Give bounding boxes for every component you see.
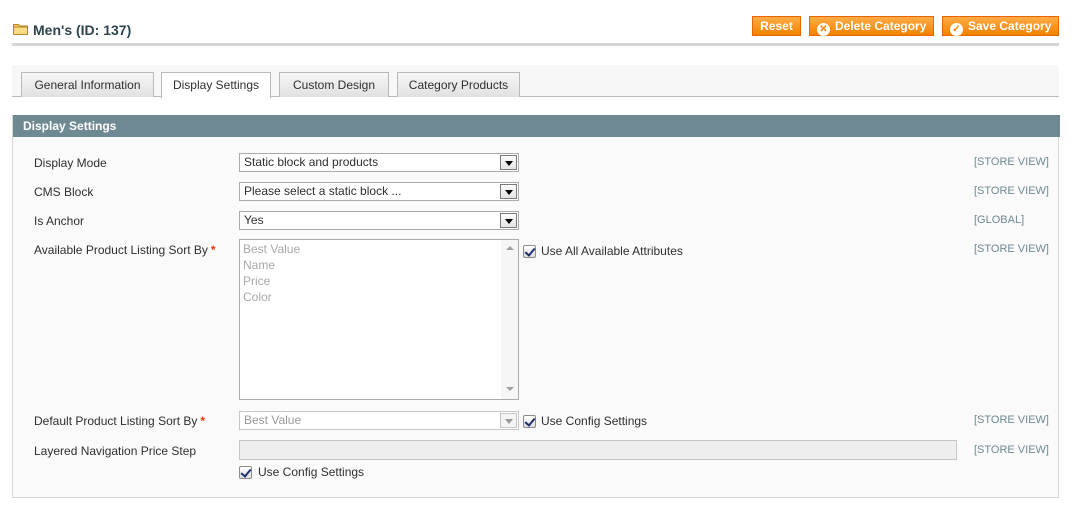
chevron-down-icon[interactable] <box>500 413 517 428</box>
page-title: Men's (ID: 137) <box>33 22 132 38</box>
display-mode-scope: [STORE VIEW] <box>974 156 1049 168</box>
chevron-down-icon[interactable] <box>500 155 517 170</box>
default-sort-by-select[interactable]: Best Value <box>239 411 519 430</box>
cms-block-value: Please select a static block ... <box>244 184 402 198</box>
cms-block-select[interactable]: Please select a static block ... <box>239 182 519 201</box>
default-sort-use-config-checkbox[interactable] <box>523 415 536 428</box>
section-title: Display Settings <box>13 115 1060 137</box>
tab-display-settings[interactable]: Display Settings <box>161 72 271 98</box>
tab-custom-design[interactable]: Custom Design <box>279 72 389 97</box>
page-header: Men's (ID: 137) Reset ✕ Delete Category ✓… <box>12 14 1059 46</box>
available-sort-by-label: Available Product Listing Sort By * <box>34 243 216 257</box>
display-mode-label: Display Mode <box>34 156 107 170</box>
required-marker: * <box>200 414 206 428</box>
default-sort-use-config-label: Use Config Settings <box>541 414 648 428</box>
is-anchor-scope: [GLOBAL] <box>974 214 1025 226</box>
tab-general-information[interactable]: General Information <box>21 72 154 97</box>
list-item[interactable]: Color <box>243 290 272 304</box>
default-sort-by-label-text: Default Product Listing Sort By <box>34 414 198 428</box>
tab-bar: General Information Display Settings Cus… <box>12 65 1059 98</box>
scroll-down-icon[interactable] <box>506 387 514 391</box>
list-item[interactable]: Price <box>243 274 270 288</box>
cms-block-label: CMS Block <box>34 185 94 199</box>
price-step-input[interactable] <box>239 440 957 460</box>
cms-block-scope: [STORE VIEW] <box>974 185 1049 197</box>
price-step-label: Layered Navigation Price Step <box>34 444 197 458</box>
save-category-button[interactable]: ✓ Save Category <box>942 16 1059 36</box>
use-all-attributes-checkbox[interactable] <box>523 245 536 258</box>
display-mode-select[interactable]: Static block and products <box>239 153 519 172</box>
is-anchor-label: Is Anchor <box>34 214 85 228</box>
price-step-scope: [STORE VIEW] <box>974 444 1049 456</box>
checkmark-icon: ✓ <box>950 23 963 36</box>
list-item[interactable]: Name <box>243 258 275 272</box>
display-settings-fieldset: Display Settings Display Mode Static blo… <box>12 115 1060 498</box>
required-marker: * <box>210 243 216 257</box>
use-all-attributes-label: Use All Available Attributes <box>541 244 683 258</box>
default-sort-by-label: Default Product Listing Sort By * <box>34 414 205 428</box>
delete-category-label: Delete Category <box>835 19 927 33</box>
is-anchor-select[interactable]: Yes <box>239 211 519 230</box>
save-category-label: Save Category <box>968 19 1052 33</box>
tab-category-products[interactable]: Category Products <box>397 72 520 97</box>
is-anchor-value: Yes <box>244 213 264 227</box>
list-item[interactable]: Best Value <box>243 242 300 256</box>
chevron-down-icon[interactable] <box>500 213 517 228</box>
available-sort-by-label-text: Available Product Listing Sort By <box>34 243 208 257</box>
listbox-scrollbar[interactable] <box>501 240 518 399</box>
default-sort-by-value: Best Value <box>244 413 302 427</box>
chevron-down-icon[interactable] <box>500 184 517 199</box>
folder-icon <box>13 24 28 35</box>
price-step-use-config-checkbox[interactable] <box>239 466 252 479</box>
available-sort-by-scope: [STORE VIEW] <box>974 243 1049 255</box>
reset-button[interactable]: Reset <box>752 16 801 36</box>
price-step-use-config-label: Use Config Settings <box>258 465 365 479</box>
available-sort-by-listbox[interactable]: Best Value Name Price Color <box>239 239 519 400</box>
display-mode-value: Static block and products <box>244 155 379 169</box>
delete-category-button[interactable]: ✕ Delete Category <box>809 16 934 36</box>
scroll-up-icon[interactable] <box>506 246 514 250</box>
default-sort-by-scope: [STORE VIEW] <box>974 414 1049 426</box>
delete-icon: ✕ <box>817 23 830 36</box>
reset-button-label: Reset <box>760 19 793 33</box>
